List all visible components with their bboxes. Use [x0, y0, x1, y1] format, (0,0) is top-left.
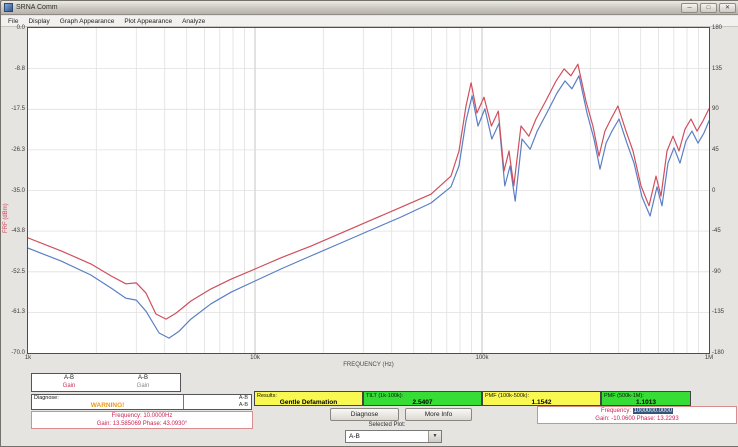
left-axis-tick: -61.3 — [1, 308, 25, 316]
diagnose-plot-item: A-B — [184, 402, 248, 409]
window-title: SRNA Comm — [16, 4, 58, 11]
legend-plot-name: A-B — [106, 374, 180, 382]
x-axis-title: FREQUENCY (Hz) — [28, 362, 709, 368]
legend-metric-name: Gain — [106, 382, 180, 390]
cursor-readout-left: Frequency: 10.0000Hz Gain: 13.585069 Pha… — [31, 411, 253, 429]
right-axis-tick: 90 — [712, 105, 738, 113]
diagnose-plot-item: A-B — [184, 395, 248, 402]
result-box-value: 2.5407 — [364, 399, 481, 406]
close-button[interactable]: ✕ — [719, 3, 736, 13]
chevron-down-icon[interactable]: ▼ — [428, 431, 441, 442]
diagnose-label: Diagnose: — [34, 395, 59, 401]
readout-left-gain-phase: Gain: 13.585069 Phase: 43.0930° — [32, 420, 252, 428]
cursor-readout-right: Frequency: 1000000.0000 Gain: -10.0600 P… — [537, 406, 737, 424]
left-axis-tick: -35.0 — [1, 187, 25, 195]
menu-item-plot-appearance[interactable]: Plot Appearance — [119, 18, 177, 25]
result-box-label: Results: — [255, 392, 362, 399]
result-box-label: PMF (100k-500k): — [483, 392, 600, 399]
diagnose-status: WARNING! — [32, 402, 183, 409]
legend-entry: A-BGain — [32, 374, 106, 391]
diagnose-status-cell: Diagnose: WARNING! — [32, 395, 184, 409]
right-axis-tick: 45 — [712, 146, 738, 154]
diagnose-plot-list: A-BA-B — [184, 395, 251, 409]
x-axis-tick: 1k — [15, 355, 41, 361]
result-box: TILT (1k-100k):2.5407 — [363, 391, 482, 406]
result-box-value: 1.1013 — [602, 399, 690, 406]
right-axis-tick: 180 — [712, 24, 738, 32]
left-axis-tick: -43.8 — [1, 227, 25, 235]
legend-entry: A-BGain — [106, 374, 180, 391]
plot-area[interactable] — [27, 27, 710, 354]
minimize-button[interactable]: ─ — [681, 3, 698, 13]
right-axis-tick: -135 — [712, 308, 738, 316]
title-bar[interactable]: SRNA Comm ─ □ ✕ — [1, 1, 738, 15]
left-axis-tick: -26.3 — [1, 146, 25, 154]
readout-right-gain-phase: Gain: -10.0600 Phase: 13.2293 — [538, 415, 736, 423]
selected-plot-value: A-B — [346, 431, 428, 442]
menu-item-display[interactable]: Display — [23, 18, 54, 25]
maximize-button[interactable]: □ — [700, 3, 717, 13]
result-box-value: 1.1542 — [483, 399, 600, 406]
frequency-response-chart[interactable] — [28, 28, 709, 353]
more-info-button[interactable]: More Info — [405, 408, 472, 421]
result-box: PMF (100k-500k):1.1542 — [482, 391, 601, 406]
x-axis-tick: 1M — [696, 355, 722, 361]
right-axis-tick: -90 — [712, 268, 738, 276]
left-axis-tick: -17.5 — [1, 105, 25, 113]
selected-plot-label: Selected Plot: — [331, 422, 443, 428]
results-row: Results:Gentle DefamationTILT (1k-100k):… — [254, 391, 691, 406]
window-controls: ─ □ ✕ — [681, 3, 736, 13]
readout-right-frequency-label: Frequency: — [601, 408, 631, 414]
selected-plot-dropdown[interactable]: A-B ▼ — [345, 430, 442, 443]
x-axis-tick: 100k — [469, 355, 495, 361]
diagnose-button[interactable]: Diagnose — [330, 408, 399, 421]
right-axis-tick: 135 — [712, 65, 738, 73]
result-box-label: TILT (1k-100k): — [364, 392, 481, 399]
app-icon — [4, 3, 13, 12]
left-axis-tick: -52.5 — [1, 268, 25, 276]
menu-bar: FileDisplayGraph AppearancePlot Appearan… — [1, 16, 738, 27]
legend-metric-name: Gain — [32, 382, 106, 390]
legend-plot-name: A-B — [32, 374, 106, 382]
readout-left-frequency: Frequency: 10.0000Hz — [32, 412, 252, 420]
menu-item-analyze[interactable]: Analyze — [177, 18, 210, 25]
result-box: PMF (500k-1M):1.1013 — [601, 391, 691, 406]
right-axis-tick: -45 — [712, 227, 738, 235]
readout-right-frequency: Frequency: 1000000.0000 — [538, 407, 736, 415]
app-window: SRNA Comm ─ □ ✕ FileDisplayGraph Appeara… — [0, 0, 738, 447]
menu-item-graph-appearance[interactable]: Graph Appearance — [55, 18, 120, 25]
left-axis-tick: 0.0 — [1, 24, 25, 32]
plot-legend: A-BGainA-BGain — [31, 373, 181, 392]
x-axis-tick: 10k — [242, 355, 268, 361]
result-box-label: PMF (500k-1M): — [602, 392, 690, 399]
result-box-value: Gentle Defamation — [255, 399, 362, 406]
left-axis-tick: -8.8 — [1, 65, 25, 73]
readout-right-frequency-value: 1000000.0000 — [633, 408, 673, 414]
result-box: Results:Gentle Defamation — [254, 391, 363, 406]
right-axis-tick: 0 — [712, 187, 738, 195]
diagnose-panel: Diagnose: WARNING! A-BA-B — [31, 394, 252, 410]
